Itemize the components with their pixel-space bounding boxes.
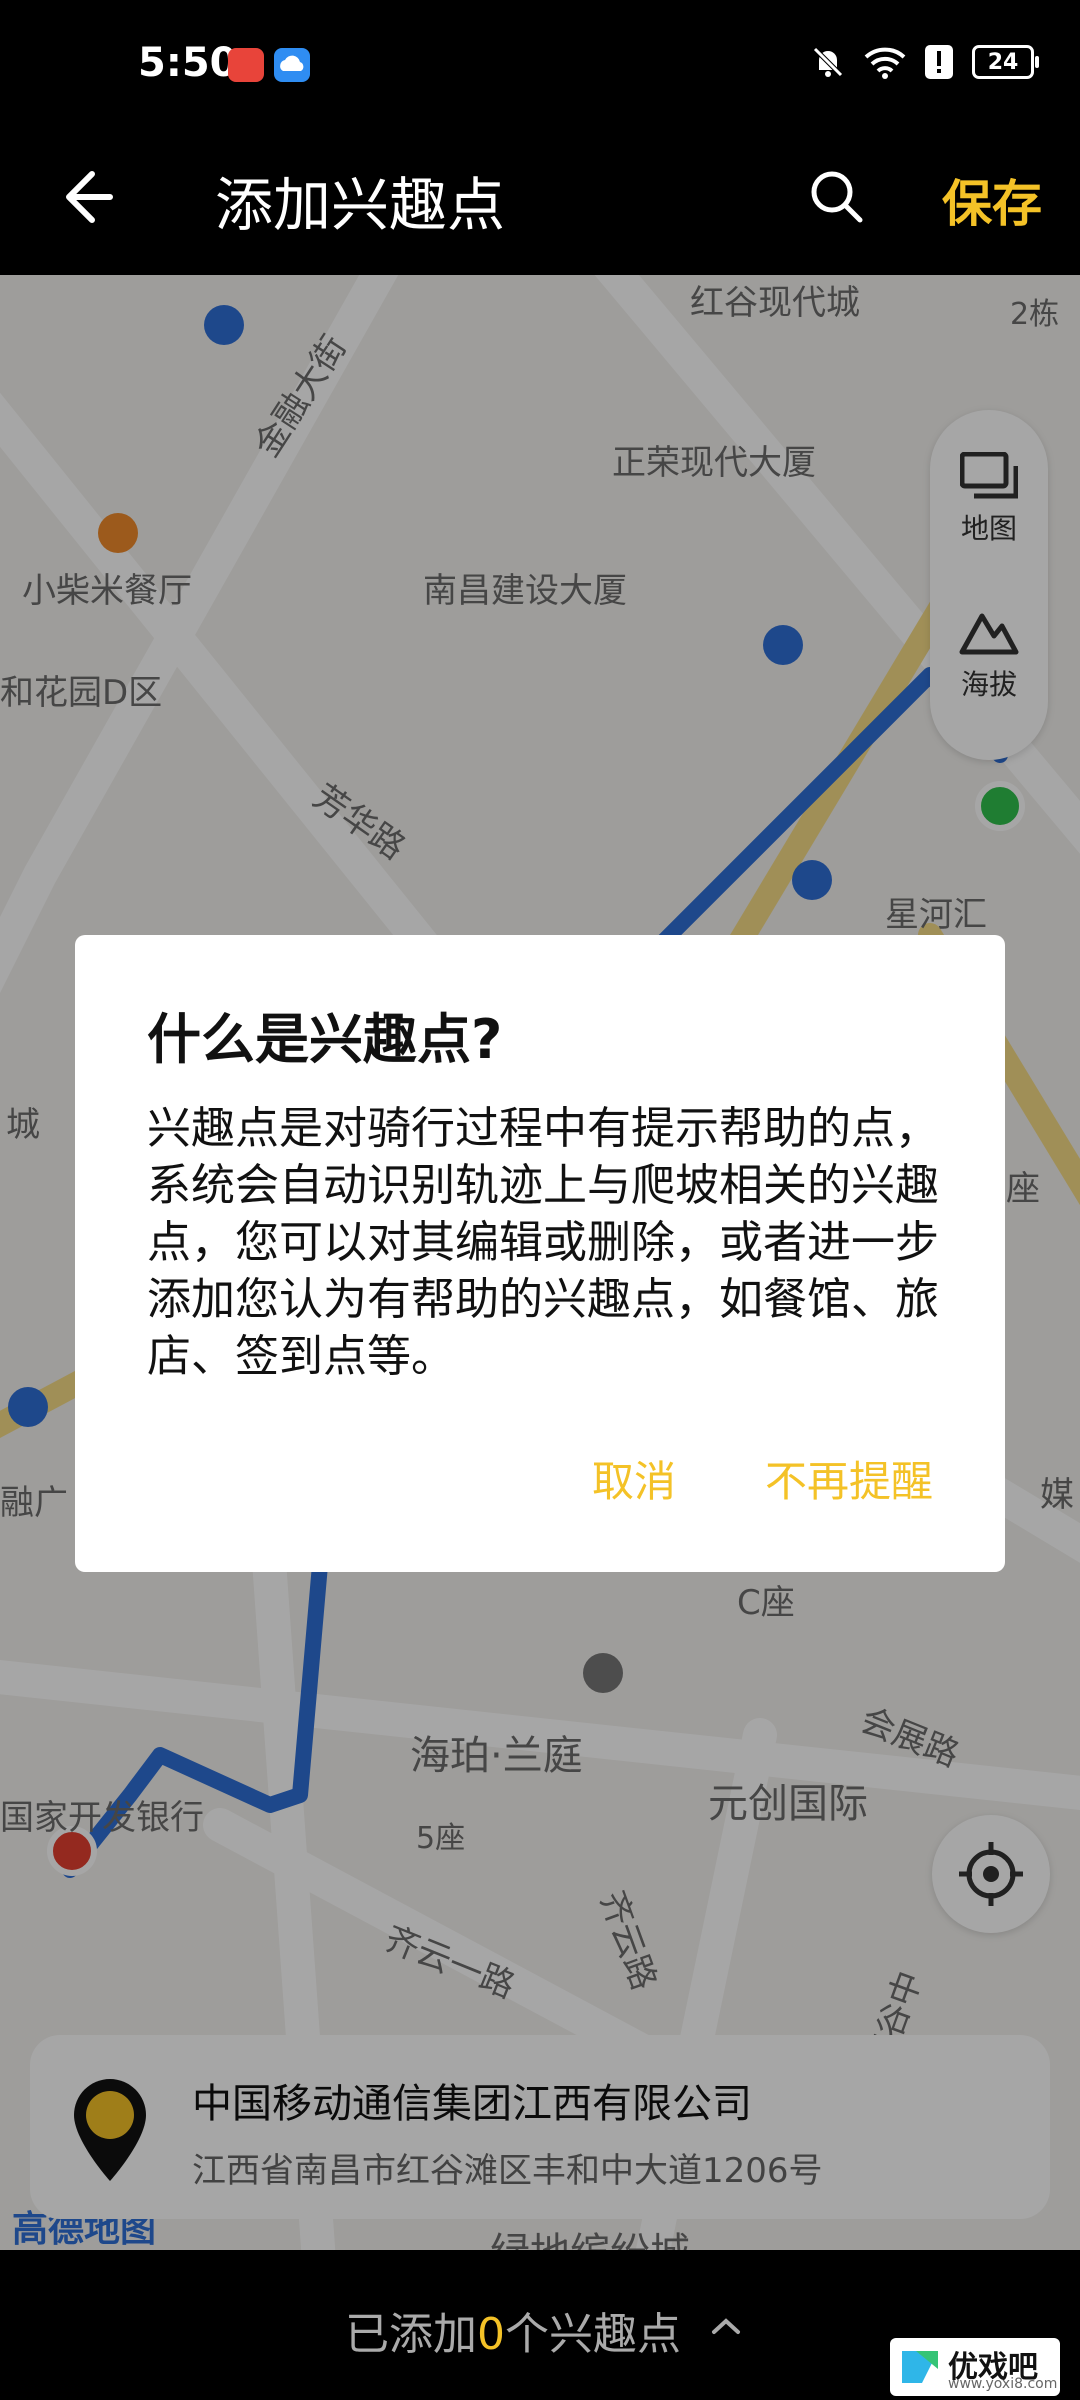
added-suffix: 个兴趣点 [505, 2309, 681, 2360]
place-address: 江西省南昌市红谷滩区丰和中大道1206号 [192, 2151, 823, 2191]
dialog-body: 兴趣点是对骑行过程中有提示帮助的点，系统会自动识别轨迹上与爬坡相关的兴趣点，您可… [147, 1103, 939, 1382]
added-prefix: 已添加 [345, 2309, 477, 2360]
battery-icon: 24 [972, 45, 1039, 79]
dont-remind-button[interactable]: 不再提醒 [765, 1448, 933, 1509]
poi-info-dialog: 什么是兴趣点? 兴趣点是对骑行过程中有提示帮助的点，系统会自动识别轨迹上与爬坡相… [75, 935, 1005, 1572]
wifi-icon [864, 47, 906, 79]
place-name: 中国移动通信集团江西有限公司 [192, 2081, 752, 2127]
elevation-button[interactable]: 海拔 [930, 608, 1048, 703]
save-button[interactable]: 保存 [942, 164, 1042, 236]
map-layers-icon [959, 451, 1019, 499]
status-bar: 5:50 24 [0, 0, 1080, 130]
bottom-bar[interactable]: 已添加0个兴趣点 优戏吧 www.yoxi8.com [0, 2250, 1080, 2400]
cloud-app-icon [274, 48, 310, 82]
locate-button[interactable] [932, 1815, 1050, 1933]
location-pin-icon [74, 2079, 146, 2181]
watermark-url: www.yoxi8.com [948, 2376, 1058, 2392]
search-icon[interactable] [806, 166, 866, 226]
map-tools-panel: 地图 海拔 [930, 410, 1048, 760]
alert-icon [925, 45, 953, 79]
mountain-icon [959, 613, 1019, 655]
top-app-bar: 添加兴趣点 保存 [0, 130, 1080, 275]
added-count: 0 [477, 2309, 505, 2360]
elevation-label: 海拔 [960, 668, 1017, 701]
map-layer-label: 地图 [960, 512, 1017, 545]
huawei-app-icon [228, 48, 264, 82]
status-time: 5:50 [138, 40, 238, 86]
watermark-icon [902, 2351, 938, 2383]
chevron-up-icon[interactable] [710, 2316, 742, 2336]
map-layer-button[interactable]: 地图 [930, 451, 1048, 547]
status-icons: 24 [810, 44, 1039, 80]
crosshair-icon [959, 1842, 1023, 1906]
added-count-text: 已添加0个兴趣点 [345, 2298, 681, 2362]
back-arrow-icon[interactable] [52, 162, 122, 232]
place-card[interactable]: 中国移动通信集团江西有限公司 江西省南昌市红谷滩区丰和中大道1206号 [30, 2035, 1050, 2219]
mute-bell-icon [813, 47, 843, 77]
dialog-title: 什么是兴趣点? [147, 1008, 503, 1071]
watermark-logo: 优戏吧 www.yoxi8.com [890, 2338, 1060, 2396]
cancel-button[interactable]: 取消 [592, 1448, 676, 1509]
page-title: 添加兴趣点 [215, 171, 506, 239]
